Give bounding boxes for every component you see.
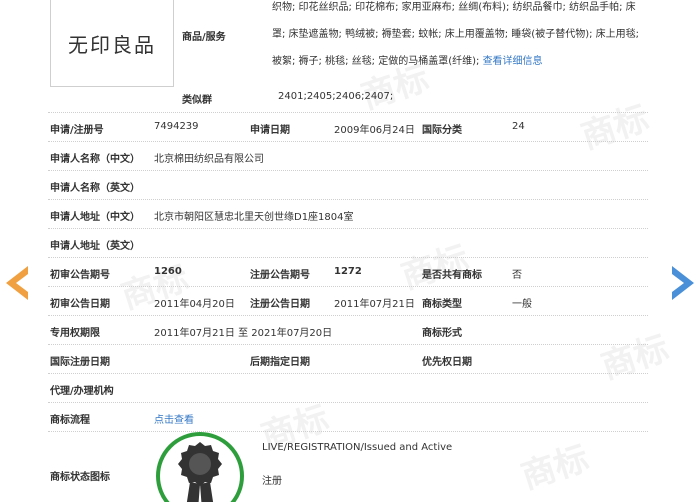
address-cn-value: 北京市朝阳区慧忠北里天创世缘D1座1804室 [154,212,354,223]
row-excl-period: 专用权期限 2011年07月21日 至 2021年07月20日 商标形式 [48,316,648,345]
tm-type-label: 商标类型 [422,299,462,310]
process-link[interactable]: 点击查看 [154,411,194,426]
trademark-detail: 无印良品 商品/服务 织物; 印花丝织品; 印花棉布; 家用亚麻布; 丝绸(布料… [48,0,648,502]
applicant-cn-label: 申请人名称（中文） [50,154,140,165]
row-address-en: 申请人地址（英文） [48,229,648,258]
address-en-label: 申请人地址（英文） [50,241,140,252]
row-reg-no: 申请/注册号 7494239 申请日期 2009年06月24日 国际分类 24 [48,113,648,142]
later-date-label: 后期指定日期 [250,357,310,368]
status-icon-label: 商标状态图标 [50,472,110,483]
row-address-cn: 申请人地址（中文） 北京市朝阳区慧忠北里天创世缘D1座1804室 [48,200,648,229]
similar-group-value: 2401;2405;2406;2407; [278,91,394,102]
goods-services-text: 织物; 印花丝织品; 印花棉布; 家用亚麻布; 丝绸(布料); 纺织品餐巾; 纺… [272,2,640,67]
row-agent: 代理/办理机构 [48,374,648,403]
agent-label: 代理/办理机构 [50,386,114,397]
row-prelim-date: 初审公告日期 2011年04月20日 注册公告日期 2011年07月21日 商标… [48,287,648,316]
prelim-date-label: 初审公告日期 [50,299,110,310]
goods-services-label: 商品/服务 [182,32,226,43]
address-cn-label: 申请人地址（中文） [50,212,140,223]
tm-form-label: 商标形式 [422,328,462,339]
prelim-no-label: 初审公告期号 [50,270,110,281]
intl-class-value: 24 [512,121,525,132]
reg-pub-date-label: 注册公告日期 [250,299,310,310]
reg-no-label: 申请/注册号 [50,125,104,136]
reg-pub-no-label: 注册公告期号 [250,270,310,281]
process-label: 商标流程 [50,415,90,426]
view-details-link[interactable]: 查看详细信息 [483,56,543,67]
tm-type-value: 一般 [512,299,532,310]
intl-reg-date-label: 国际注册日期 [50,357,110,368]
row-process: 商标流程 点击查看 [48,403,648,432]
status-text-cn: 注册 [262,476,282,487]
registered-badge-icon [152,432,252,502]
shared-value: 否 [512,270,522,281]
prelim-date-value: 2011年04月20日 [154,299,235,310]
row-applicant-cn: 申请人名称（中文） 北京棉田纺织品有限公司 [48,142,648,171]
similar-group-label: 类似群 [182,95,212,106]
trademark-logo-text: 无印良品 [68,32,156,57]
row-status: 商标状态图标 LIVE/REGISTRATION/Issued and Acti… [48,432,648,502]
prelim-no-value: 1260 [154,266,182,277]
row-applicant-en: 申请人名称（英文） [48,171,648,200]
row-intl-reg: 国际注册日期 后期指定日期 优先权日期 [48,345,648,374]
app-date-label: 申请日期 [250,125,290,136]
excl-period-label: 专用权期限 [50,328,100,339]
excl-period-value: 2011年07月21日 至 2021年07月20日 [154,328,333,339]
reg-no-value: 7494239 [154,121,199,132]
priority-date-label: 优先权日期 [422,357,472,368]
reg-pub-date-value: 2011年07月21日 [334,299,415,310]
app-date-value: 2009年06月24日 [334,125,415,136]
shared-label: 是否共有商标 [422,270,482,281]
trademark-image: 无印良品 [50,0,174,87]
applicant-en-label: 申请人名称（英文） [50,183,140,194]
reg-pub-no-value: 1272 [334,266,362,277]
intl-class-label: 国际分类 [422,125,462,136]
prev-arrow-icon[interactable] [6,266,30,303]
applicant-cn-value: 北京棉田纺织品有限公司 [154,154,264,165]
status-text-en: LIVE/REGISTRATION/Issued and Active [262,442,453,453]
row-prelim-no: 初审公告期号 1260 注册公告期号 1272 是否共有商标 否 [48,258,648,287]
next-arrow-icon[interactable] [670,266,694,303]
goods-services-section: 无印良品 商品/服务 织物; 印花丝织品; 印花棉布; 家用亚麻布; 丝绸(布料… [48,0,648,113]
